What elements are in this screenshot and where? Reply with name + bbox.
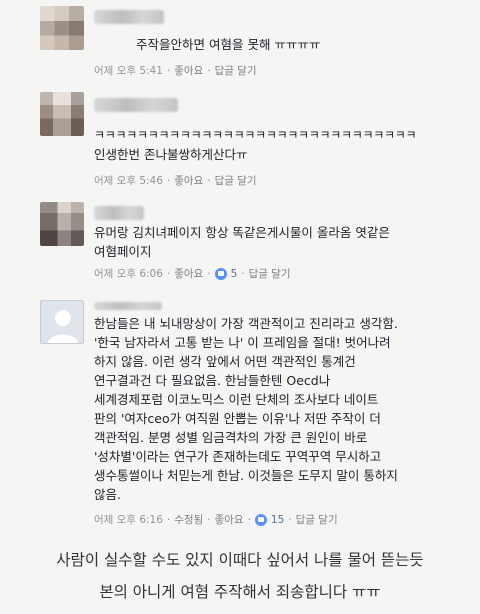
comment-text-line: 인생한번 존나불쌍하게산다ㅠ bbox=[94, 147, 248, 162]
reply-button[interactable]: 답글 달기 bbox=[249, 266, 291, 281]
comment-meta: 어제 오후 6:16 · 수정됨 · 좋아요 · 15 · 답글 달기 bbox=[94, 512, 338, 527]
comment-text-line: 생수통썰이나 처믿는게 한남. 이것들은 도무지 말이 통하지 bbox=[94, 468, 398, 483]
commenter-name-blurred[interactable] bbox=[94, 98, 178, 112]
comment-meta: 어제 오후 6:06 · 좋아요 · 5 · 답글 달기 bbox=[94, 266, 291, 281]
comment-text-line: 한남들은 내 뇌내망상이 가장 객관적이고 진리라고 생각함. bbox=[94, 316, 398, 331]
meta-separator: · bbox=[247, 513, 251, 526]
like-count[interactable]: 5 bbox=[231, 268, 238, 280]
commenter-avatar[interactable] bbox=[40, 6, 84, 50]
meta-separator: · bbox=[166, 64, 171, 77]
comment-text-line: 여혐페이지 bbox=[94, 244, 152, 259]
like-button[interactable]: 좋아요 bbox=[174, 266, 203, 281]
comment-text-line: 세계경제포럼 이코노믹스 이런 단체의 조사보다 네이트 bbox=[94, 392, 379, 407]
reply-button[interactable]: 답글 달기 bbox=[215, 173, 257, 188]
comment-text-line: 유머랑 김치녀페이지 항상 똑같은게시물이 올라옴 엿같은 bbox=[94, 225, 390, 240]
comment-meta: 어제 오후 5:41 · 좋아요 · 답글 달기 bbox=[94, 63, 257, 78]
comment-timestamp[interactable]: 어제 오후 5:46 bbox=[94, 173, 163, 188]
meta-separator: · bbox=[288, 513, 292, 526]
like-count[interactable]: 15 bbox=[271, 514, 284, 526]
edited-label[interactable]: 수정됨 bbox=[174, 512, 203, 527]
reply-button[interactable]: 답글 달기 bbox=[296, 512, 338, 527]
comment-1: 주작을안하면 여혐을 못해 ㅠㅠㅠㅠ 어제 오후 5:41 · 좋아요 · 답글… bbox=[0, 0, 480, 86]
caption-line-1: 사람이 실수할 수도 있지 이때다 싶어서 나를 물어 뜯는듯 bbox=[56, 551, 424, 569]
meta-separator: · bbox=[166, 267, 171, 280]
comment-meta: 어제 오후 5:46 · 좋아요 · 답글 달기 bbox=[94, 173, 257, 188]
default-avatar[interactable] bbox=[40, 300, 84, 344]
like-button[interactable]: 좋아요 bbox=[174, 173, 203, 188]
comment-text-line: 않음. bbox=[94, 487, 121, 502]
meta-separator: · bbox=[207, 174, 211, 187]
comment-timestamp[interactable]: 어제 오후 6:06 bbox=[94, 266, 163, 281]
commenter-name-blurred[interactable] bbox=[94, 302, 162, 310]
comment-2: ㅋㅋㅋㅋㅋㅋㅋㅋㅋㅋㅋㅋㅋㅋㅋㅋㅋㅋㅋㅋㅋㅋㅋㅋㅋㅋㅋㅋㅋㅋ 인생한번 존나불쌍… bbox=[0, 86, 480, 188]
comment-3: 유머랑 김치녀페이지 항상 똑같은게시물이 올라옴 엿같은 여혐페이지 어제 오… bbox=[0, 196, 480, 286]
comment-text-line: 하지 않음. 이런 생각 앞에서 어떤 객관적인 통계건 bbox=[94, 354, 356, 369]
comment-text: 주작을안하면 여혐을 못해 ㅠㅠㅠㅠ bbox=[136, 37, 321, 52]
like-count-icon bbox=[214, 267, 227, 280]
commenter-name-blurred[interactable] bbox=[94, 206, 144, 220]
meta-separator: · bbox=[241, 267, 245, 280]
meta-separator: · bbox=[166, 174, 171, 187]
meta-separator: · bbox=[166, 513, 171, 526]
meta-separator: · bbox=[207, 513, 211, 526]
meta-separator: · bbox=[207, 267, 211, 280]
comment-text-line: ㅋㅋㅋㅋㅋㅋㅋㅋㅋㅋㅋㅋㅋㅋㅋㅋㅋㅋㅋㅋㅋㅋㅋㅋㅋㅋㅋㅋㅋㅋ bbox=[94, 128, 417, 142]
person-silhouette-icon bbox=[47, 310, 79, 343]
comment-text-line: 객관적임. 분명 성별 임금격차의 가장 큰 원인이 바로 bbox=[94, 430, 368, 445]
comment-text-line: '한국 남자라서 고통 받는 나' 이 프레임을 절대! 벗어나려 bbox=[94, 335, 391, 350]
comment-text-line: '성차별'이라는 연구가 존재하는데도 꾸역꾸역 무시하고 bbox=[94, 449, 382, 464]
commenter-avatar[interactable] bbox=[40, 202, 84, 246]
like-button[interactable]: 좋아요 bbox=[215, 512, 244, 527]
like-count-icon bbox=[254, 513, 267, 526]
commenter-avatar[interactable] bbox=[40, 92, 84, 136]
comment-timestamp[interactable]: 어제 오후 6:16 bbox=[94, 512, 163, 527]
comment-text-line: 연구결과건 다 필요없음. 한남들한텐 Oecd나 bbox=[94, 373, 331, 388]
commenter-name-blurred[interactable] bbox=[94, 10, 164, 24]
comment-text-line: 판의 '여자ceo가 여직원 안뽑는 이유'나 저딴 주작이 더 bbox=[94, 411, 381, 426]
caption-line-2: 본의 아니게 여혐 주작해서 죄송합니다 ㅠㅠ bbox=[99, 583, 381, 601]
comment-timestamp[interactable]: 어제 오후 5:41 bbox=[94, 63, 163, 78]
meta-separator: · bbox=[207, 64, 211, 77]
like-button[interactable]: 좋아요 bbox=[174, 63, 203, 78]
comment-4: 한남들은 내 뇌내망상이 가장 객관적이고 진리라고 생각함. '한국 남자라서… bbox=[0, 290, 480, 530]
reply-button[interactable]: 답글 달기 bbox=[215, 63, 257, 78]
